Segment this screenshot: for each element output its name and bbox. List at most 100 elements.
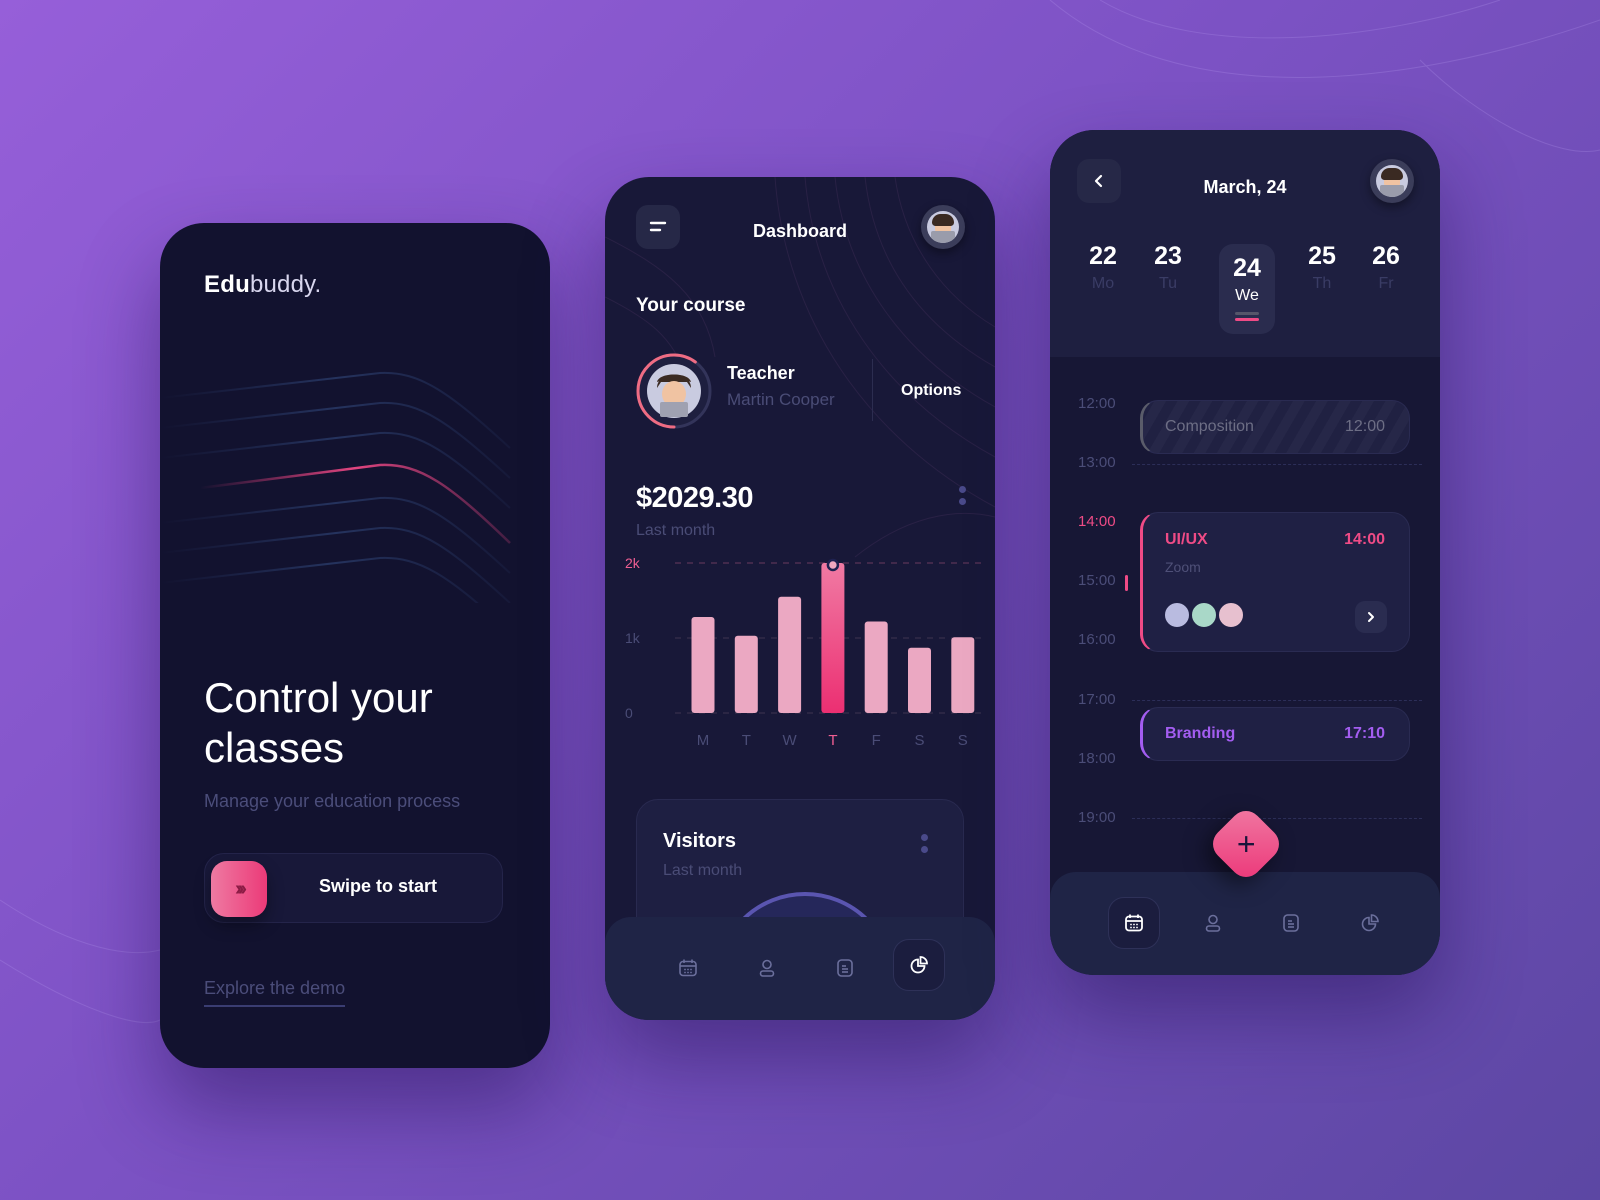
day-number: 23 [1154, 242, 1182, 270]
logo-light: buddy. [249, 271, 322, 298]
time-gridline [1132, 818, 1422, 819]
profile-avatar[interactable] [921, 205, 965, 249]
bar[interactable] [908, 647, 931, 713]
bar-highlighted[interactable] [821, 563, 845, 713]
event-title: UI/UX [1165, 531, 1208, 548]
x-tick-label: M [697, 732, 710, 749]
triple-chevron-right-icon: ››› [235, 877, 247, 900]
event-title: Composition [1165, 418, 1254, 435]
kebab-dot [959, 486, 966, 493]
event-time: 14:00 [1344, 531, 1385, 548]
bar[interactable] [778, 596, 802, 713]
day-25[interactable]: 25 Th [1294, 242, 1350, 293]
time-label: 18:00 [1078, 750, 1116, 767]
bar[interactable] [734, 635, 758, 713]
user-icon [1205, 914, 1221, 932]
nav-calendar[interactable] [662, 942, 714, 994]
x-tick-label: T [742, 732, 751, 749]
participant-avatar [1190, 601, 1218, 629]
profile-avatar[interactable] [1370, 159, 1414, 203]
day-22[interactable]: 22 Mo [1075, 242, 1131, 293]
x-tick-label: S [958, 732, 968, 749]
time-label: 16:00 [1078, 631, 1116, 648]
day-24-selected[interactable]: 24 We [1219, 244, 1275, 334]
event-details-button[interactable] [1355, 601, 1387, 633]
time-gridline [1132, 700, 1422, 701]
options-button[interactable]: Options [901, 382, 961, 400]
explore-demo-link[interactable]: Explore the demo [204, 978, 346, 1007]
kebab-dot [959, 498, 966, 505]
nav-profile[interactable] [1187, 897, 1239, 949]
event-time: 12:00 [1344, 418, 1385, 435]
bar[interactable] [951, 637, 975, 713]
x-tick-label: T [828, 732, 837, 749]
earnings-period: Last month [636, 522, 716, 539]
nav-statistics[interactable] [1344, 897, 1396, 949]
swipe-handle[interactable]: ››› [211, 861, 267, 917]
event-uiux[interactable]: UI/UX 14:00 Zoom [1140, 512, 1410, 652]
earnings-more-button[interactable] [959, 486, 966, 505]
dashboard-screen: Dashboard Your course Teacher Martin Coo… [605, 177, 995, 1020]
swipe-label: Swipe to start [319, 876, 438, 896]
day-name: Th [1312, 275, 1332, 292]
day-23[interactable]: 23 Tu [1140, 242, 1196, 293]
participant-avatar [1163, 601, 1191, 629]
day-name: We [1235, 287, 1259, 304]
hero-title: Control your classes [204, 674, 433, 771]
time-label: 15:00 [1078, 572, 1116, 589]
nav-calendar[interactable] [1108, 897, 1160, 949]
teacher-name: Martin Cooper [727, 390, 835, 409]
time-label-current: 14:00 [1078, 513, 1116, 530]
day-name: Fr [1378, 275, 1394, 292]
time-label: 17:00 [1078, 691, 1116, 708]
teacher-avatar-progress[interactable] [635, 352, 713, 430]
y-tick-label: 1k [625, 630, 641, 646]
bar-highlight-marker [826, 558, 840, 572]
bar[interactable] [864, 621, 888, 714]
bar[interactable] [691, 617, 715, 713]
time-label: 12:00 [1078, 395, 1116, 412]
bottom-nav [605, 917, 995, 1020]
day-number: 24 [1233, 254, 1261, 282]
document-icon [1283, 914, 1299, 932]
nav-documents[interactable] [819, 942, 871, 994]
kebab-dot [921, 846, 928, 853]
nav-documents[interactable] [1265, 897, 1317, 949]
bottom-nav [1050, 872, 1440, 975]
calendar-icon [1125, 914, 1143, 932]
pie-chart-icon [910, 956, 928, 974]
calendar-header: March, 24 22 Mo 23 Tu 24 We 25 Th 26 Fr [1050, 130, 1440, 357]
day-name: Tu [1158, 275, 1178, 292]
chevron-right-icon [1368, 612, 1374, 622]
earnings-amount: $2029.30 [636, 482, 753, 514]
day-name: Mo [1091, 275, 1115, 292]
section-title: Your course [636, 295, 746, 316]
current-time-indicator [1125, 575, 1128, 591]
event-title: Branding [1165, 725, 1236, 742]
x-tick-label: F [872, 732, 881, 749]
onboarding-screen: Edubuddy. Control your classes Manage yo… [160, 223, 550, 1068]
earnings-bar-chart: 0 1k 2k M T W T F S S [625, 557, 985, 749]
nav-profile[interactable] [741, 942, 793, 994]
day-event-indicators [1235, 312, 1259, 321]
event-location: Zoom [1165, 559, 1201, 575]
logo-bold: Edu [204, 271, 250, 298]
divider [872, 359, 873, 421]
visitors-more-button[interactable] [921, 834, 928, 853]
decorative-waves [160, 371, 511, 603]
swipe-to-start-slider[interactable]: ››› Swipe to start [204, 853, 503, 923]
time-label: 13:00 [1078, 454, 1116, 471]
user-icon [759, 959, 775, 977]
y-tick-label: 2k [625, 557, 641, 571]
day-26[interactable]: 26 Fr [1358, 242, 1414, 293]
schedule-screen: March, 24 22 Mo 23 Tu 24 We 25 Th 26 Fr [1050, 130, 1440, 975]
day-number: 22 [1089, 242, 1117, 270]
pie-chart-icon [1361, 914, 1379, 932]
day-number: 25 [1308, 242, 1336, 270]
app-logo: Edubuddy. [204, 271, 321, 299]
nav-statistics[interactable] [893, 939, 945, 991]
document-icon [837, 959, 853, 977]
event-branding[interactable]: Branding 17:10 [1140, 707, 1410, 761]
participant-avatar [1217, 601, 1245, 629]
event-composition[interactable]: Composition 12:00 [1140, 400, 1410, 454]
